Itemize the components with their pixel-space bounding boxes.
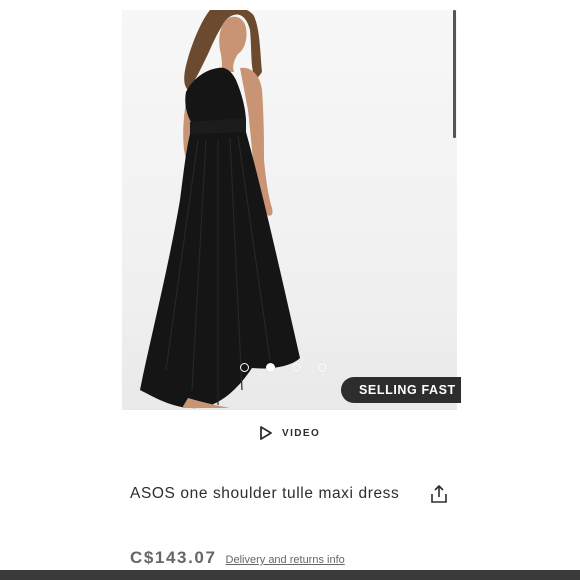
delivery-returns-link[interactable]: Delivery and returns info: [226, 554, 345, 566]
product-title: ASOS one shoulder tulle maxi dress: [130, 485, 400, 502]
play-icon: [260, 426, 272, 440]
video-button[interactable]: VIDEO: [258, 425, 320, 441]
share-icon[interactable]: [429, 484, 449, 504]
scroll-indicator: [453, 10, 456, 138]
price-row: C$143.07 Delivery and returns info: [130, 548, 345, 568]
carousel-dot-1[interactable]: [240, 363, 249, 372]
carousel-dots: [240, 363, 327, 372]
bottom-bar: [0, 570, 580, 580]
video-label: VIDEO: [282, 427, 321, 439]
carousel-dot-4[interactable]: [318, 363, 327, 372]
carousel-dot-2[interactable]: [266, 363, 275, 372]
product-price: C$143.07: [130, 548, 217, 567]
product-image-gallery[interactable]: [122, 10, 457, 410]
carousel-dot-3[interactable]: [292, 363, 301, 372]
product-image: [140, 10, 300, 409]
selling-fast-badge: SELLING FAST: [341, 377, 461, 403]
